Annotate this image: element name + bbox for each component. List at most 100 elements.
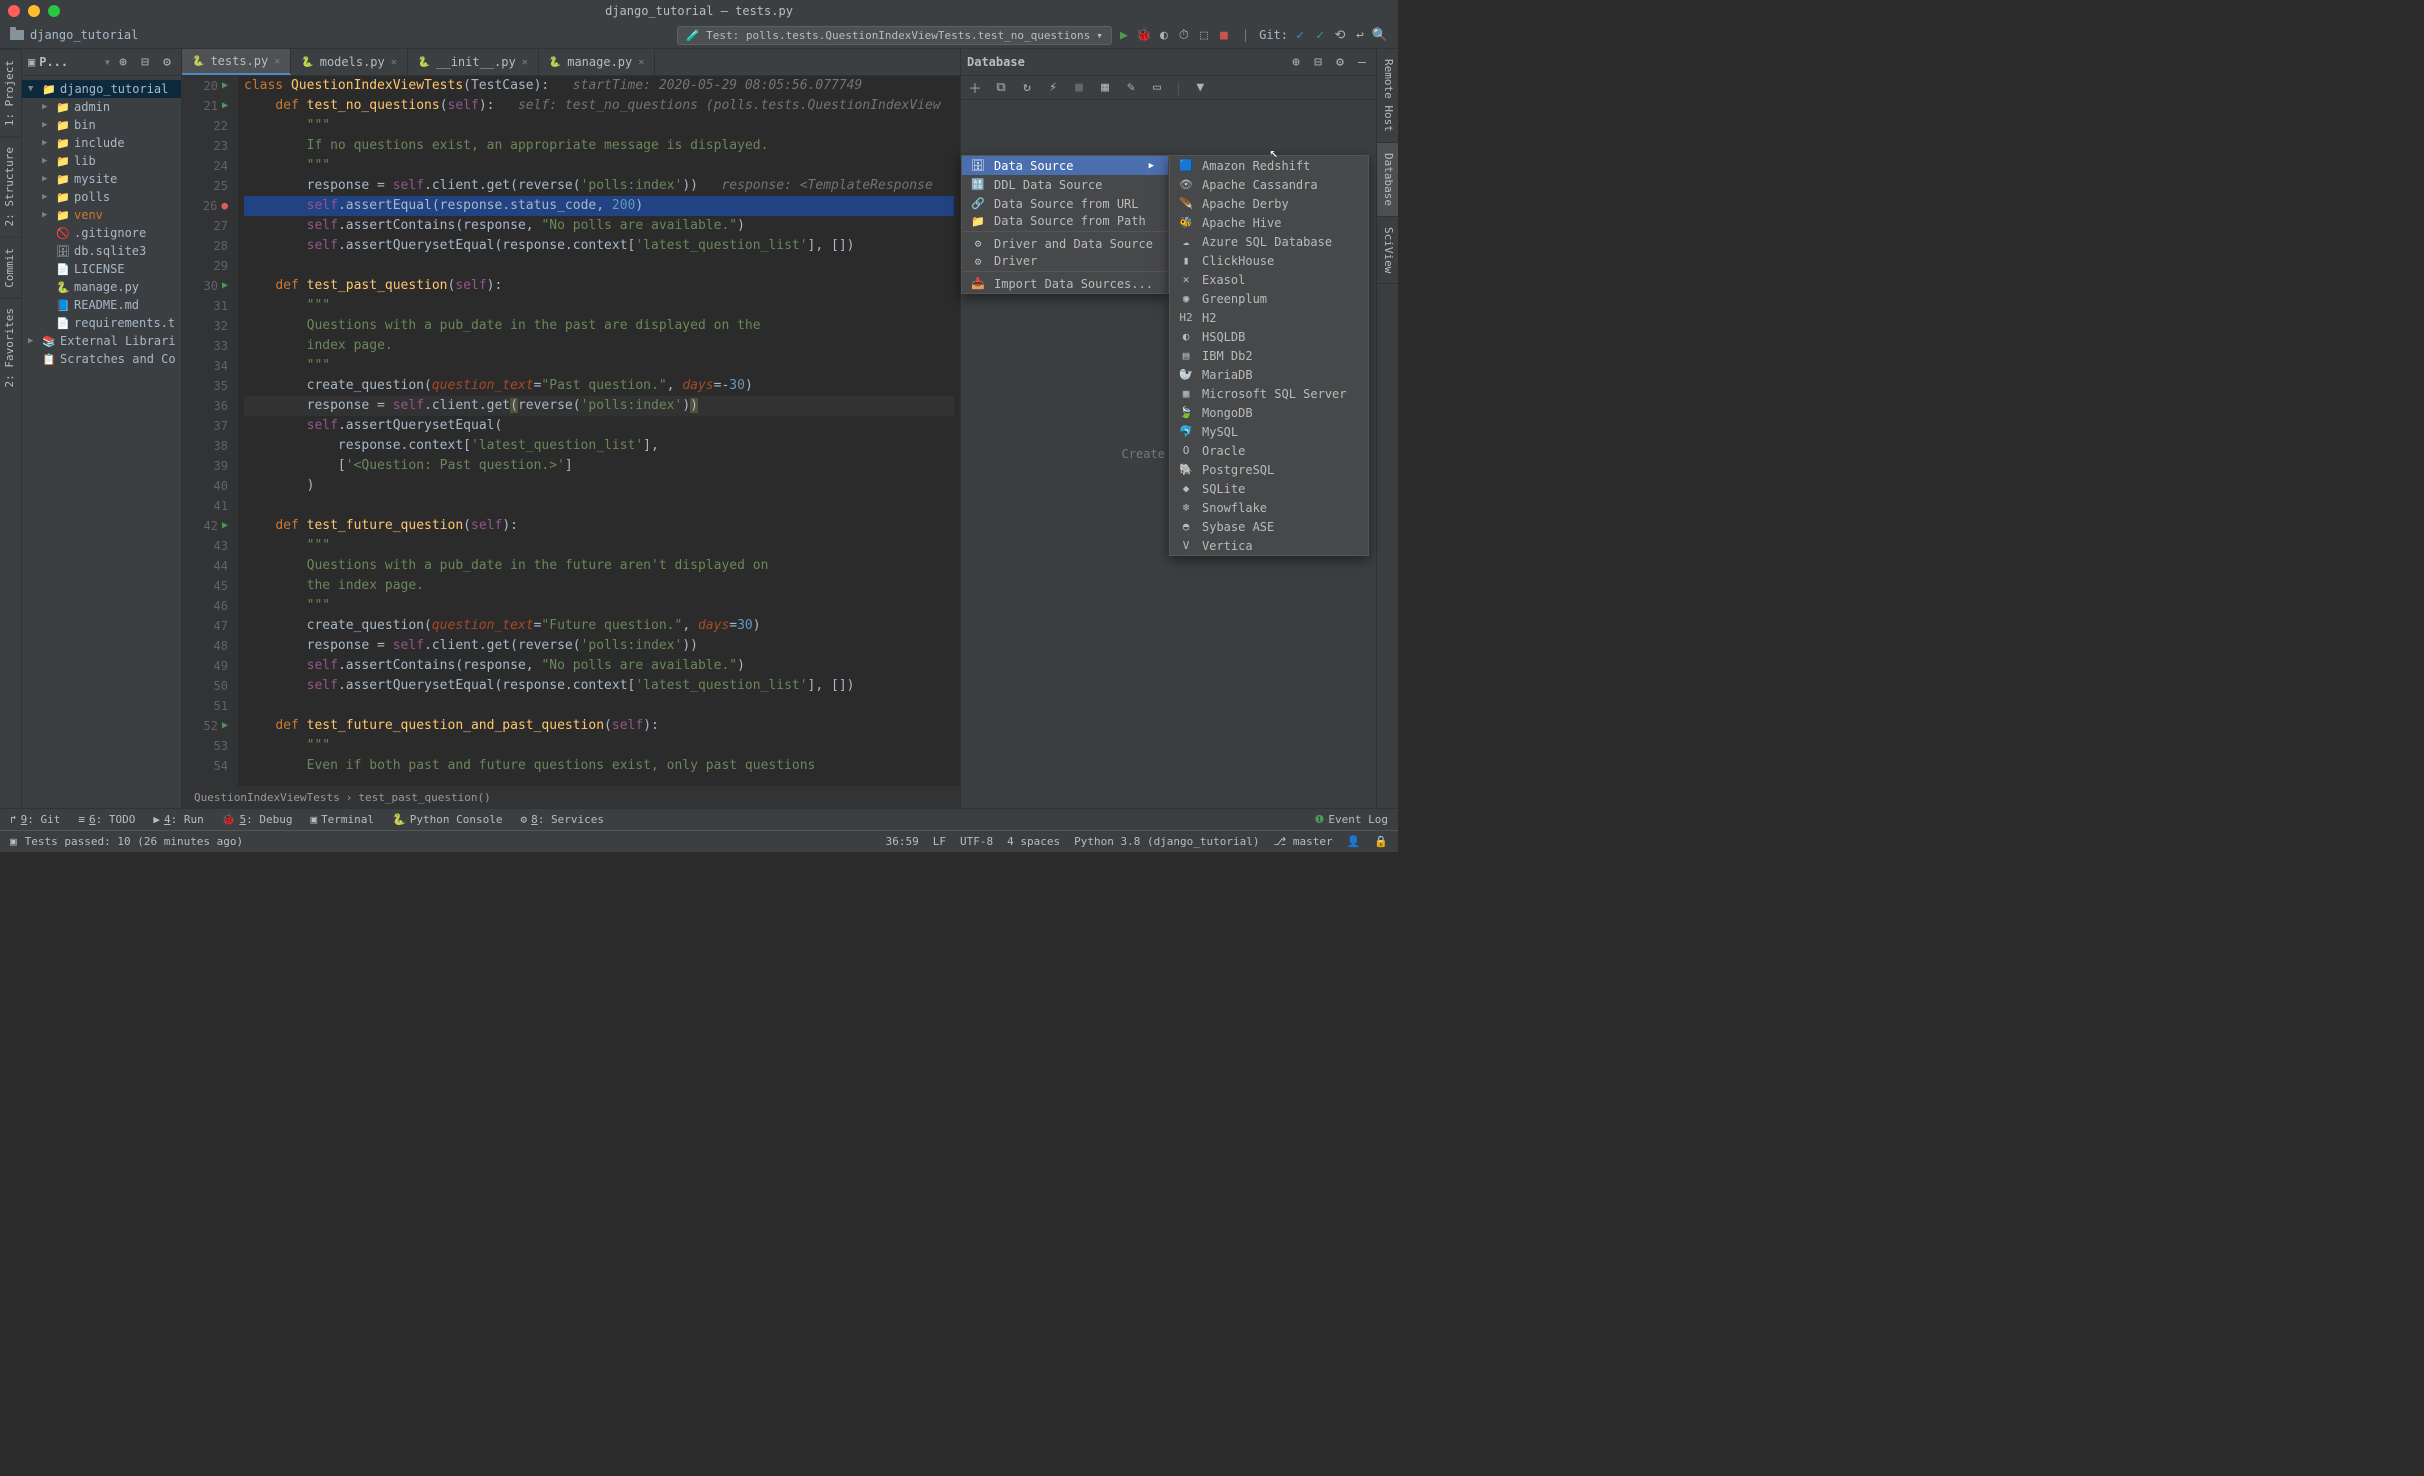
gear-icon[interactable]: ⚙ [159, 54, 175, 70]
close-icon[interactable]: ✕ [391, 57, 397, 68]
tree-item-django-tutorial[interactable]: ▼📁django_tutorial [22, 80, 181, 98]
debug-button[interactable]: 🐞 [1136, 27, 1152, 43]
tree-arrow-icon[interactable]: ▶ [42, 192, 52, 202]
tree-item-manage-py[interactable]: 🐍manage.py [22, 278, 181, 296]
menu-item-clickhouse[interactable]: ▮ClickHouse [1170, 251, 1368, 270]
tree-item--gitignore[interactable]: 🚫.gitignore [22, 224, 181, 242]
menu-item-snowflake[interactable]: ❄Snowflake [1170, 498, 1368, 517]
close-icon[interactable]: ✕ [522, 57, 528, 68]
tree-arrow-icon[interactable]: ▶ [42, 102, 52, 112]
menu-item-data-source-from-path[interactable]: 📁Data Source from Path [962, 213, 1168, 232]
code-line[interactable]: response = self.client.get(reverse('poll… [244, 636, 954, 656]
menu-item-vertica[interactable]: VVertica [1170, 536, 1368, 555]
menu-item-apache-derby[interactable]: 🪶Apache Derby [1170, 194, 1368, 213]
coverage-button[interactable]: ◐ [1156, 27, 1172, 43]
code-line[interactable]: If no questions exist, an appropriate me… [244, 136, 954, 156]
profile-button[interactable]: ⏱ [1176, 27, 1192, 43]
menu-item-sqlite[interactable]: ◆SQLite [1170, 479, 1368, 498]
tree-item-include[interactable]: ▶📁include [22, 134, 181, 152]
tree-item-external-librari[interactable]: ▶📚External Librari [22, 332, 181, 350]
project-tree[interactable]: ▼📁django_tutorial▶📁admin▶📁bin▶📁include▶📁… [22, 76, 181, 808]
code-line[interactable]: Questions with a pub_date in the past ar… [244, 316, 954, 336]
tree-item-scratches-and-co[interactable]: 📋Scratches and Co [22, 350, 181, 368]
tree-item-polls[interactable]: ▶📁polls [22, 188, 181, 206]
code-line[interactable]: Questions with a pub_date in the future … [244, 556, 954, 576]
bottom-tool-terminal[interactable]: ▣Terminal [310, 813, 374, 826]
menu-item-import-data-sources-[interactable]: 📥Import Data Sources... [962, 274, 1168, 293]
gutter-run-icon[interactable]: ▶ [222, 516, 228, 536]
indent-settings[interactable]: 4 spaces [1007, 835, 1060, 848]
line-separator[interactable]: LF [933, 835, 946, 848]
bottom-tool-4-run[interactable]: ▶4: Run [153, 813, 203, 826]
close-icon[interactable]: ✕ [638, 57, 644, 68]
tree-item-venv[interactable]: ▶📁venv [22, 206, 181, 224]
breadcrumb-segment[interactable]: test_past_question() [358, 791, 490, 804]
event-log-button[interactable]: ❶ Event Log [1315, 813, 1388, 826]
bottom-tool-5-debug[interactable]: 🐞5: Debug [222, 813, 293, 826]
stop-button[interactable]: ■ [1071, 80, 1087, 96]
project-panel-title[interactable]: P... [39, 55, 100, 69]
code-line[interactable]: the index page. [244, 576, 954, 596]
menu-item-mariadb[interactable]: 🦭MariaDB [1170, 365, 1368, 384]
vcs-update-button[interactable]: ✓ [1292, 27, 1308, 43]
tool-windows-icon[interactable]: ▣ [10, 835, 17, 848]
menu-item-azure-sql-database[interactable]: ☁Azure SQL Database [1170, 232, 1368, 251]
code-line[interactable]: self.assertContains(response, "No polls … [244, 216, 954, 236]
lock-icon[interactable]: 🔒 [1374, 835, 1388, 848]
menu-item-exasol[interactable]: ✕Exasol [1170, 270, 1368, 289]
filter-button[interactable]: ▼ [1192, 80, 1208, 96]
tree-arrow-icon[interactable]: ▶ [42, 210, 52, 220]
menu-item-data-source[interactable]: 🗄Data Source▶ [962, 156, 1168, 175]
code-line[interactable]: self.assertQuerysetEqual( [244, 416, 954, 436]
code-line[interactable]: """ [244, 116, 954, 136]
tree-item-db-sqlite3[interactable]: 🗄db.sqlite3 [22, 242, 181, 260]
menu-item-apache-hive[interactable]: 🐝Apache Hive [1170, 213, 1368, 232]
editor-gutter[interactable]: 20▶21▶2223242526●27282930▶31323334353637… [182, 76, 238, 786]
tree-item-lib[interactable]: ▶📁lib [22, 152, 181, 170]
left-stripe-commit[interactable]: Commit [0, 237, 21, 298]
code-line[interactable]: def test_future_question_and_past_questi… [244, 716, 954, 736]
code-line[interactable]: ) [244, 476, 954, 496]
menu-item-apache-cassandra[interactable]: 👁Apache Cassandra [1170, 175, 1368, 194]
tree-arrow-icon[interactable]: ▼ [28, 84, 38, 94]
menu-item-hsqldb[interactable]: ◐HSQLDB [1170, 327, 1368, 346]
code-line[interactable]: def test_no_questions(self): self: test_… [244, 96, 954, 116]
menu-item-postgresql[interactable]: 🐘PostgreSQL [1170, 460, 1368, 479]
menu-item-mysql[interactable]: 🐬MySQL [1170, 422, 1368, 441]
breadcrumb-segment[interactable]: QuestionIndexViewTests [194, 791, 340, 804]
vcs-history-button[interactable]: ⟲ [1332, 27, 1348, 43]
menu-item-microsoft-sql-server[interactable]: ▦Microsoft SQL Server [1170, 384, 1368, 403]
menu-item-data-source-from-url[interactable]: 🔗Data Source from URL [962, 194, 1168, 213]
concurrency-button[interactable]: ⬚ [1196, 27, 1212, 43]
bottom-tool-python-console[interactable]: 🐍Python Console [392, 813, 502, 826]
code-line[interactable]: response = self.client.get(reverse('poll… [244, 396, 954, 416]
duplicate-button[interactable]: ⧉ [993, 80, 1009, 96]
project-name[interactable]: django_tutorial [30, 28, 138, 42]
tx-button[interactable]: ⚡ [1045, 80, 1061, 96]
right-stripe-sciview[interactable]: SciView [1377, 217, 1398, 284]
maximize-window-button[interactable] [48, 5, 60, 17]
run-configuration-dropdown[interactable]: 🧪 Test: polls.tests.QuestionIndexViewTes… [677, 26, 1111, 45]
menu-item-mongodb[interactable]: 🍃MongoDB [1170, 403, 1368, 422]
collapse-all-icon[interactable]: ⊟ [1310, 54, 1326, 70]
gutter-run-icon[interactable]: ▶ [222, 716, 228, 736]
code-line[interactable]: self.assertQuerysetEqual(response.contex… [244, 236, 954, 256]
menu-item-ibm-db2[interactable]: ▤IBM Db2 [1170, 346, 1368, 365]
code-line[interactable]: """ [244, 356, 954, 376]
tree-item-readme-md[interactable]: 📘README.md [22, 296, 181, 314]
tree-item-bin[interactable]: ▶📁bin [22, 116, 181, 134]
editor-tab-tests-py[interactable]: 🐍tests.py✕ [182, 49, 291, 75]
menu-item-oracle[interactable]: OOracle [1170, 441, 1368, 460]
cursor-position[interactable]: 36:59 [886, 835, 919, 848]
edit-button[interactable]: ✎ [1123, 80, 1139, 96]
chevron-down-icon[interactable]: ▾ [104, 55, 111, 69]
code-line[interactable] [244, 496, 954, 516]
menu-item-greenplum[interactable]: ◉Greenplum [1170, 289, 1368, 308]
tree-arrow-icon[interactable]: ▶ [28, 336, 38, 346]
left-stripe-2-favorites[interactable]: 2: Favorites [0, 297, 21, 397]
minimize-icon[interactable]: – [1354, 54, 1370, 70]
git-branch[interactable]: ⎇ master [1274, 835, 1333, 848]
tree-arrow-icon[interactable]: ▶ [42, 174, 52, 184]
code-line[interactable]: response = self.client.get(reverse('poll… [244, 176, 954, 196]
tree-item-mysite[interactable]: ▶📁mysite [22, 170, 181, 188]
